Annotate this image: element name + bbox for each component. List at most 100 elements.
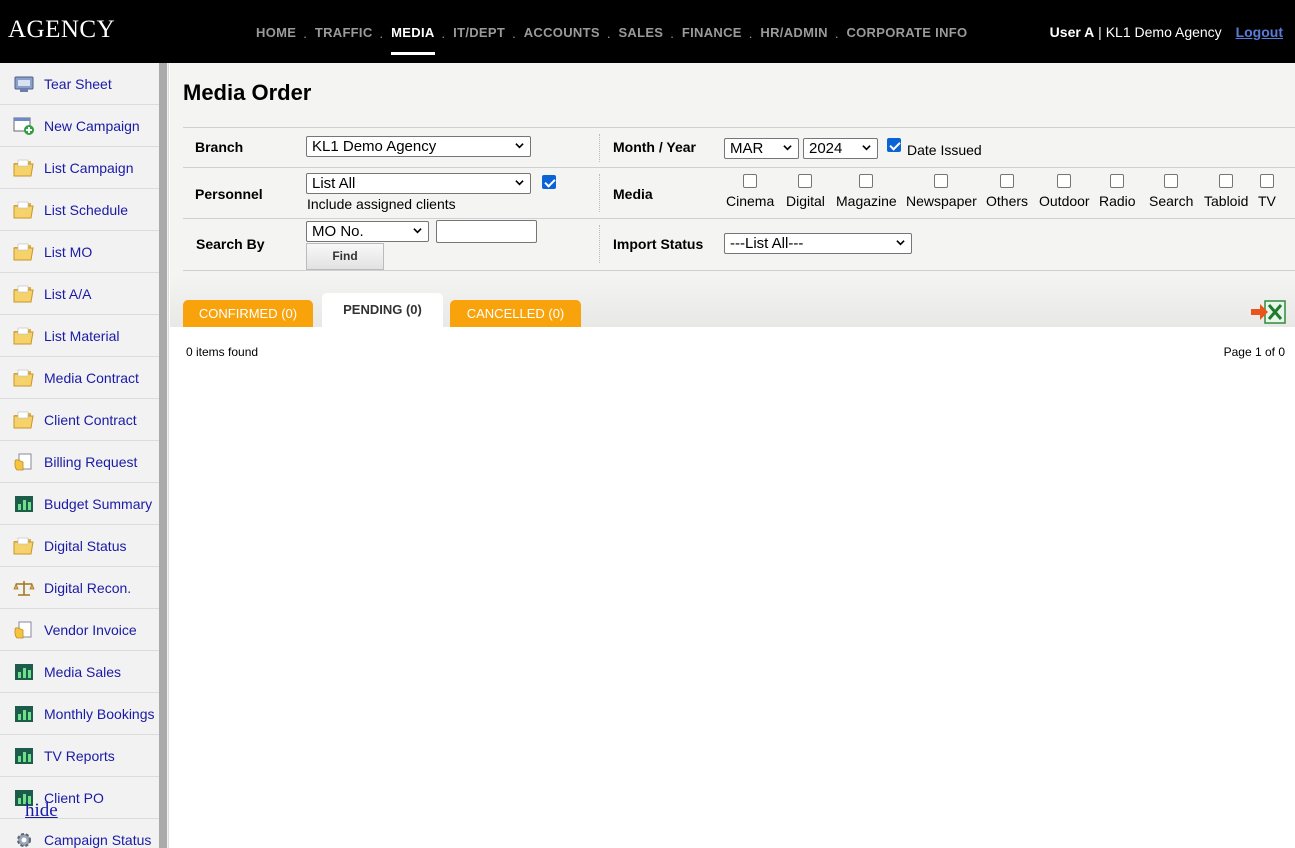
search-input[interactable] (436, 220, 537, 243)
media-checkbox-label: Others (986, 193, 1029, 209)
sidebar-item-new-campaign[interactable]: New Campaign (0, 105, 159, 147)
sidebar-item-label: Media Sales (44, 663, 122, 680)
media-checkbox-tv[interactable] (1259, 174, 1274, 188)
chevron-down-icon (413, 228, 422, 234)
nav-finance[interactable]: FINANCE (682, 0, 742, 63)
sidebar-item-list-material[interactable]: List Material (0, 315, 159, 357)
media-checkbox-radio[interactable] (1110, 174, 1125, 188)
month-select[interactable]: MAR (724, 138, 799, 159)
monitor-icon (12, 74, 36, 94)
tab-cancelled[interactable]: CANCELLED (0) (450, 300, 581, 327)
sidebar-item-list-mo[interactable]: List MO (0, 231, 159, 273)
hide-sidebar-link[interactable]: hide (25, 800, 58, 822)
bar-chart-icon (12, 662, 36, 682)
import-status-label: Import Status (613, 236, 704, 252)
search-by-select[interactable]: MO No. (306, 221, 429, 242)
nav-separator: . (670, 26, 674, 41)
media-checkbox-label: Newspaper (906, 193, 977, 209)
chevron-down-icon (515, 143, 524, 149)
document-hand-icon (12, 620, 36, 640)
sidebar-item-label: Tear Sheet (44, 75, 112, 92)
media-checkbox-label: Digital (786, 193, 825, 209)
sidebar-item-label: Campaign Status (44, 831, 152, 848)
media-checkbox-magazine[interactable] (859, 174, 874, 188)
main-nav: HOME. TRAFFIC. MEDIA. IT/DEPT. ACCOUNTS.… (256, 0, 967, 63)
sidebar-item-digital-recon[interactable]: Digital Recon. (0, 567, 159, 609)
nav-separator: . (303, 26, 307, 41)
sidebar-item-digital-status[interactable]: Digital Status (0, 525, 159, 567)
nav-separator: . (748, 26, 753, 41)
tab-pending[interactable]: PENDING (0) (322, 293, 443, 327)
logout-link[interactable]: Logout (1236, 24, 1283, 40)
sidebar-item-campaign-status[interactable]: Campaign Status (0, 819, 159, 848)
nav-it-dept[interactable]: IT/DEPT (453, 0, 505, 63)
media-checkbox-newspaper[interactable] (934, 174, 949, 188)
user-info: User A | KL1 Demo Agency Logout (1050, 24, 1283, 40)
nav-home[interactable]: HOME (256, 0, 296, 63)
bar-chart-icon (12, 494, 36, 514)
sidebar-item-label: Monthly Bookings (44, 705, 155, 722)
media-checkbox-digital[interactable] (798, 174, 813, 188)
nav-sales[interactable]: SALES (618, 0, 663, 63)
media-checkbox-label: Cinema (726, 193, 775, 209)
sidebar-item-list-a-a[interactable]: List A/A (0, 273, 159, 315)
nav-media[interactable]: MEDIA (391, 0, 435, 63)
nav-separator: . (441, 26, 446, 41)
media-checkbox-label: Radio (1099, 193, 1136, 209)
sidebar-item-media-sales[interactable]: Media Sales (0, 651, 159, 693)
export-excel-icon[interactable] (1250, 299, 1286, 325)
media-checkbox-tabloid[interactable] (1219, 174, 1234, 188)
media-checkbox-outdoor[interactable] (1057, 174, 1072, 188)
date-issued-checkbox[interactable] (887, 138, 901, 152)
sidebar-item-monthly-bookings[interactable]: Monthly Bookings (0, 693, 159, 735)
status-tab-bar: CONFIRMED (0) PENDING (0) CANCELLED (0) (170, 275, 1295, 327)
chevron-down-icon (862, 145, 871, 151)
sidebar-item-list-schedule[interactable]: List Schedule (0, 189, 159, 231)
add-window-icon (12, 116, 36, 136)
branch-select[interactable]: KL1 Demo Agency (306, 136, 531, 157)
media-checkbox-label: Outdoor (1039, 193, 1090, 209)
nav-corporate-info[interactable]: CORPORATE INFO (846, 0, 967, 63)
folder-icon (12, 242, 36, 262)
folder-icon (12, 200, 36, 220)
personnel-select[interactable]: List All (306, 173, 531, 194)
sidebar-item-budget-summary[interactable]: Budget Summary (0, 483, 159, 525)
personnel-select-value: List All (312, 175, 356, 192)
nav-accounts[interactable]: ACCOUNTS (524, 0, 600, 63)
sidebar-item-client-contract[interactable]: Client Contract (0, 399, 159, 441)
chevron-down-icon (515, 180, 524, 186)
sidebar-item-billing-request[interactable]: Billing Request (0, 441, 159, 483)
include-assigned-label: Include assigned clients (307, 196, 456, 212)
sidebar-item-tear-sheet[interactable]: Tear Sheet (0, 63, 159, 105)
folder-icon (12, 326, 36, 346)
media-checkbox-others[interactable] (1000, 174, 1014, 188)
media-checkbox-search[interactable] (1164, 174, 1179, 188)
folder-icon (12, 410, 36, 430)
chevron-down-icon (896, 240, 905, 246)
sidebar-item-client-po[interactable]: Client PO (0, 777, 159, 819)
media-checkbox-label: Search (1149, 193, 1194, 209)
agency-name: KL1 Demo Agency (1105, 24, 1222, 40)
sidebar-item-label: Media Contract (44, 369, 139, 386)
media-checkbox-label: TV (1258, 193, 1276, 209)
chevron-down-icon (783, 145, 792, 151)
year-select[interactable]: 2024 (803, 138, 878, 159)
column-divider (599, 174, 600, 212)
agency-logo[interactable]: AGENCY (8, 16, 115, 44)
sidebar-item-media-contract[interactable]: Media Contract (0, 357, 159, 399)
include-assigned-checkbox[interactable] (542, 175, 556, 189)
sidebar-item-vendor-invoice[interactable]: Vendor Invoice (0, 609, 159, 651)
sidebar-scrollbar[interactable] (159, 63, 167, 848)
import-status-select[interactable]: ---List All--- (724, 233, 912, 254)
nav-hr-admin[interactable]: HR/ADMIN (760, 0, 827, 63)
nav-traffic[interactable]: TRAFFIC (315, 0, 373, 63)
nav-separator: . (606, 26, 611, 41)
media-checkbox-label: Magazine (836, 193, 897, 209)
tab-confirmed[interactable]: CONFIRMED (0) (183, 300, 313, 327)
sidebar-item-list-campaign[interactable]: List Campaign (0, 147, 159, 189)
sidebar-item-label: TV Reports (44, 747, 115, 764)
nav-separator: . (834, 26, 839, 41)
find-button[interactable]: Find (306, 243, 384, 270)
sidebar-item-tv-reports[interactable]: TV Reports (0, 735, 159, 777)
media-checkbox-cinema[interactable] (743, 174, 758, 188)
